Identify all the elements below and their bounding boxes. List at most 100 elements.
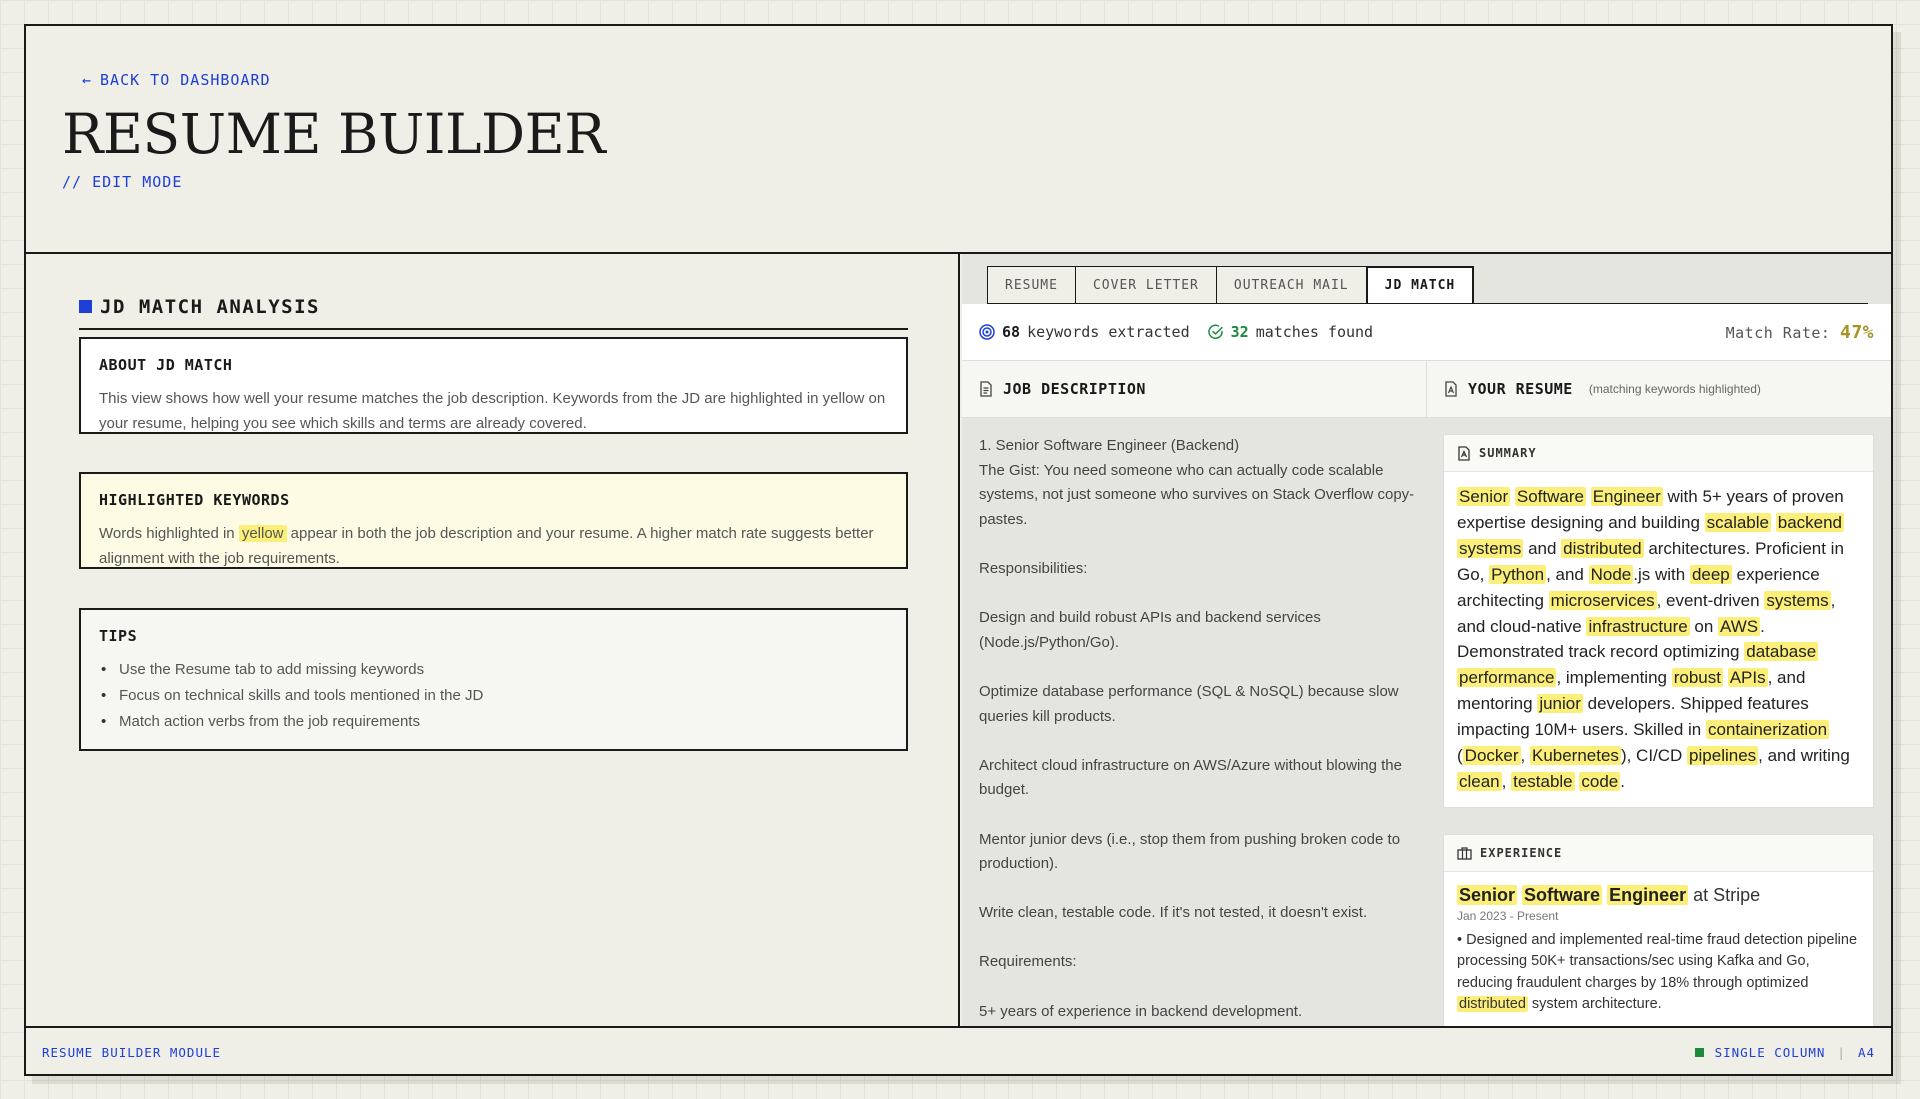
matched-keyword: Node: [1588, 564, 1634, 584]
matched-keyword: performance: [1457, 668, 1557, 688]
role-title: Senior Software Engineer: [1457, 884, 1689, 905]
tabs-bar: RESUME COVER LETTER OUTREACH MAIL JD MAT…: [962, 254, 1891, 304]
text-segment: and: [1523, 538, 1562, 558]
experience-role: Senior Software Engineer at Stripe: [1457, 882, 1860, 908]
matched-keyword: Software: [1522, 884, 1603, 905]
text-segment: ,: [1520, 746, 1530, 766]
experience-header: EXPERIENCE: [1444, 834, 1873, 872]
target-icon: [979, 324, 995, 340]
edit-mode-label: // EDIT MODE: [62, 173, 183, 191]
columns-header: JOB DESCRIPTION YOUR RESUME (matching ke…: [962, 361, 1891, 418]
job-description-text: 1. Senior Software Engineer (Backend) The…: [979, 434, 1419, 1024]
matched-keyword: Software: [1514, 487, 1586, 506]
tip-item: Use the Resume tab to add missing keywor…: [99, 657, 888, 683]
tips-card-title: TIPS: [99, 627, 138, 645]
tab-jd-match[interactable]: JD MATCH: [1365, 266, 1475, 303]
matched-keyword: database: [1744, 642, 1819, 662]
matched-keyword: Engineer: [1590, 487, 1663, 506]
text-segment: on: [1689, 616, 1719, 636]
experience-dates: Jan 2023 - Present: [1457, 908, 1559, 923]
jd-line: [979, 729, 1419, 754]
matched-keyword: pipelines: [1687, 746, 1759, 766]
tip-item: Match action verbs from the job requirem…: [99, 709, 888, 735]
jd-line: [979, 926, 1419, 951]
resume-preview: SUMMARY Senior Software Engineer with 5+…: [1443, 434, 1874, 1026]
tips-list: Use the Resume tab to add missing keywor…: [99, 657, 888, 735]
tab-resume[interactable]: RESUME: [987, 266, 1076, 303]
text-segment: [1586, 487, 1591, 506]
matched-keyword: clean: [1457, 771, 1502, 791]
matched-keyword: containerization: [1705, 720, 1830, 740]
status-dot-icon: [1695, 1047, 1705, 1057]
matched-keyword: distributed: [1561, 538, 1644, 558]
matched-keyword: distributed: [1457, 996, 1528, 1013]
match-rate-label: Match Rate:: [1725, 323, 1831, 342]
section-marker-icon: [79, 300, 92, 313]
briefcase-icon: [1457, 846, 1472, 860]
job-description-title: JOB DESCRIPTION: [1003, 380, 1146, 398]
page-title: RESUME BUILDER: [62, 102, 606, 166]
job-description-header: JOB DESCRIPTION: [962, 361, 1427, 417]
back-link-label: BACK TO DASHBOARD: [100, 71, 271, 89]
jd-line: Mentor junior devs (i.e., stop them from…: [979, 830, 1401, 873]
matched-keyword: Python: [1489, 564, 1547, 584]
tip-item: Focus on technical skills and tools ment…: [99, 683, 888, 709]
keywords-count: 68: [1002, 323, 1021, 341]
jd-line: 1. Senior Software Engineer (Backend): [979, 437, 1240, 454]
keywords-text-before: Words highlighted in: [99, 525, 235, 542]
text-segment: , and writing: [1758, 746, 1850, 766]
match-stats-bar: 68 keywords extracted 32 matches found M…: [962, 304, 1891, 361]
jd-line: The Gist: You need someone who can actua…: [979, 461, 1415, 528]
matched-keyword: Kubernetes: [1529, 746, 1621, 766]
jd-line: [979, 582, 1419, 607]
jd-line: Optimize database performance (SQL & NoS…: [979, 682, 1399, 725]
matched-keyword: AWS: [1718, 616, 1761, 636]
highlighted-keywords-card: HIGHLIGHTED KEYWORDS Words highlighted i…: [79, 472, 908, 569]
keywords-card-title: HIGHLIGHTED KEYWORDS: [99, 491, 290, 509]
about-card: ABOUT JD MATCH This view shows how well …: [79, 337, 908, 434]
jd-match-analysis-panel: JD MATCH ANALYSIS ABOUT JD MATCH This vi…: [26, 254, 960, 1026]
matched-keyword: testable: [1511, 771, 1575, 791]
section-title: JD MATCH ANALYSIS: [100, 296, 320, 318]
section-header: JD MATCH ANALYSIS: [79, 296, 908, 330]
jd-line: [979, 532, 1419, 557]
about-card-title: ABOUT JD MATCH: [99, 356, 233, 374]
matched-keyword: Senior: [1457, 884, 1518, 905]
text-segment: , implementing: [1556, 668, 1672, 688]
match-rate: Match Rate: 47%: [1726, 322, 1874, 343]
summary-text: Senior Software Engineer with 5+ years o…: [1444, 472, 1873, 807]
jd-line: [979, 803, 1419, 828]
experience-section: EXPERIENCE Senior Software Engineer at S…: [1443, 833, 1874, 1026]
preview-panel: RESUME COVER LETTER OUTREACH MAIL JD MAT…: [962, 254, 1891, 1026]
your-resume-title: YOUR RESUME: [1468, 380, 1573, 398]
text-segment: .: [1620, 771, 1625, 791]
matches-count: 32: [1230, 323, 1249, 341]
matched-keyword: code: [1579, 771, 1621, 791]
jd-line: Write clean, testable code. If it's not …: [979, 904, 1368, 922]
jd-line: Responsibilities:: [979, 559, 1088, 577]
matched-keyword: APIs: [1727, 668, 1768, 688]
matched-keyword: Docker: [1462, 746, 1521, 766]
text-segment: ,: [1501, 771, 1512, 791]
matched-keyword: backend: [1775, 512, 1845, 532]
your-resume-header: YOUR RESUME (matching keywords highlight…: [1427, 361, 1761, 417]
layout-label: SINGLE COLUMN: [1714, 1044, 1826, 1060]
check-circle-icon: [1207, 324, 1224, 340]
matched-keyword: scalable: [1704, 512, 1771, 532]
text-segment: (: [1457, 746, 1463, 766]
tab-outreach-mail[interactable]: OUTREACH MAIL: [1215, 266, 1367, 303]
keywords-label: keywords extracted: [1027, 323, 1190, 341]
matched-keyword: junior: [1537, 694, 1583, 714]
company-name: at Stripe: [1688, 884, 1761, 905]
matched-keyword: infrastructure: [1586, 616, 1690, 636]
back-to-dashboard-link[interactable]: ← BACK TO DASHBOARD: [82, 71, 271, 89]
matched-keyword: deep: [1689, 564, 1732, 584]
paper-size-label: A4: [1857, 1044, 1875, 1060]
experience-entry: Senior Software Engineer at Stripe Jan 2…: [1444, 872, 1873, 1026]
matched-keyword: systems: [1764, 590, 1831, 610]
experience-bullet: • Designed and implemented real-time fra…: [1457, 930, 1860, 1016]
summary-title: SUMMARY: [1479, 446, 1537, 460]
footer-separator: |: [1837, 1044, 1846, 1060]
jd-line: Design and build robust APIs and backend…: [979, 609, 1321, 651]
tab-cover-letter[interactable]: COVER LETTER: [1074, 266, 1217, 303]
